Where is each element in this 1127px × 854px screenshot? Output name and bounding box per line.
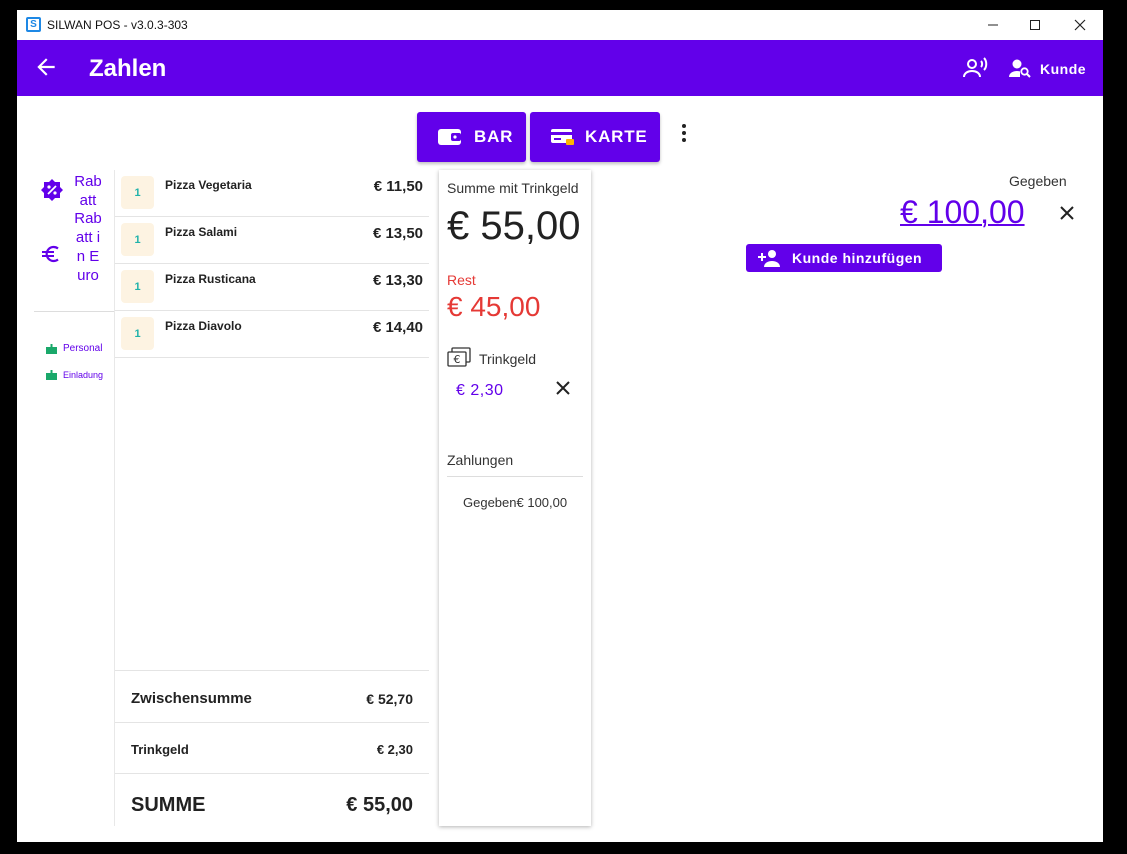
- tip-row: Trinkgeld € 2,30: [115, 722, 429, 773]
- sum-label: SUMME: [131, 794, 206, 816]
- total-with-tip-label: Summe mit Trinkgeld: [447, 180, 579, 196]
- discount-percent-label: Rabatt: [74, 173, 102, 209]
- product-name: Pizza Rusticana: [165, 272, 256, 286]
- given-label: Gegeben: [1009, 173, 1067, 189]
- gift-icon: [46, 370, 57, 380]
- sum-row: SUMME € 55,00: [115, 773, 429, 826]
- discount-euro-label: Rabatt in Euro: [74, 210, 102, 284]
- maximize-icon: [1030, 20, 1040, 30]
- clear-given-icon[interactable]: [1058, 204, 1076, 222]
- rail-divider: [34, 311, 115, 312]
- order-item-row[interactable]: 1 Pizza Vegetaria € 11,50: [115, 170, 429, 217]
- given-amount-value[interactable]: € 100,00: [900, 194, 1025, 231]
- credit-card-icon: [551, 129, 574, 145]
- subtotal-value: € 52,70: [366, 691, 413, 707]
- cash-button-label: BAR: [474, 127, 514, 146]
- more-options-icon[interactable]: [676, 122, 692, 144]
- euro-icon: [42, 245, 59, 263]
- minimize-icon: [988, 24, 998, 26]
- tip-label: Trinkgeld: [131, 742, 189, 757]
- customer-search-icon[interactable]: [1009, 58, 1031, 78]
- invitation-button[interactable]: Einladung: [46, 369, 103, 380]
- staff-meal-label: Personal: [63, 343, 103, 354]
- order-item-row[interactable]: 1 Pizza Salami € 13,50: [115, 217, 429, 264]
- app-window: S SILWAN POS - v3.0.3-303 Zahlen Kunde B…: [17, 10, 1103, 842]
- invitation-label: Einladung: [63, 369, 104, 380]
- customer-button-label[interactable]: Kunde: [1040, 61, 1086, 77]
- wallet-icon: [438, 129, 461, 145]
- percent-badge-icon: [41, 179, 63, 201]
- minimize-button[interactable]: [973, 10, 1013, 40]
- quantity-badge: 1: [121, 176, 154, 209]
- quantity-badge: 1: [121, 270, 154, 303]
- staff-meal-button[interactable]: Personal: [46, 343, 102, 354]
- quantity-badge: 1: [121, 317, 154, 350]
- sum-value: € 55,00: [346, 794, 413, 816]
- payments-divider: [447, 476, 583, 477]
- product-price: € 13,30: [372, 272, 423, 289]
- product-price: € 11,50: [373, 178, 423, 195]
- subtotal-row: Zwischensumme € 52,70: [115, 670, 429, 722]
- discount-euro-button[interactable]: Rabatt in Euro: [41, 210, 116, 305]
- product-price: € 13,50: [372, 225, 423, 242]
- app-logo-icon: S: [26, 17, 41, 32]
- back-arrow-icon[interactable]: [33, 54, 59, 80]
- order-item-row[interactable]: 1 Pizza Rusticana € 13,30: [115, 264, 429, 311]
- remove-tip-icon[interactable]: [554, 379, 572, 397]
- title-bar: S SILWAN POS - v3.0.3-303: [17, 10, 1103, 40]
- window-title: SILWAN POS - v3.0.3-303: [47, 18, 188, 32]
- tip-label: Trinkgeld: [479, 351, 537, 367]
- subtotal-label: Zwischensumme: [131, 690, 252, 707]
- payment-summary-card: Summe mit Trinkgeld € 55,00 Rest € 45,00…: [439, 170, 591, 826]
- product-price: € 14,40: [372, 319, 423, 336]
- add-customer-label: Kunde hinzufügen: [792, 250, 923, 266]
- close-window-button[interactable]: [1060, 10, 1100, 40]
- maximize-button[interactable]: [1015, 10, 1055, 40]
- product-name: Pizza Diavolo: [165, 319, 242, 333]
- svg-text:€: €: [454, 353, 461, 366]
- order-item-row[interactable]: 1 Pizza Diavolo € 14,40: [115, 311, 429, 358]
- add-person-icon: [758, 250, 780, 267]
- gift-icon: [46, 344, 57, 354]
- total-with-tip-value: € 55,00: [447, 204, 581, 248]
- rest-label: Rest: [447, 272, 476, 288]
- rest-value: € 45,00: [447, 291, 541, 322]
- close-icon: [1074, 19, 1086, 31]
- page-title: Zahlen: [89, 55, 167, 82]
- cash-tip-icon: €: [447, 347, 471, 367]
- product-name: Pizza Vegetaria: [165, 178, 252, 192]
- tip-value: € 2,30: [376, 742, 413, 757]
- product-name: Pizza Salami: [165, 225, 238, 239]
- payment-entry: Gegeben€ 100,00: [463, 495, 568, 510]
- add-customer-button[interactable]: Kunde hinzufügen: [746, 244, 942, 272]
- payments-label: Zahlungen: [447, 452, 514, 468]
- card-button-label: KARTE: [585, 127, 648, 146]
- card-payment-button[interactable]: KARTE: [530, 112, 660, 162]
- cash-payment-button[interactable]: BAR: [417, 112, 526, 162]
- tip-value[interactable]: € 2,30: [456, 382, 503, 400]
- quantity-badge: 1: [121, 223, 154, 256]
- app-bar: Zahlen Kunde: [17, 40, 1103, 96]
- call-waiter-icon[interactable]: [963, 57, 989, 79]
